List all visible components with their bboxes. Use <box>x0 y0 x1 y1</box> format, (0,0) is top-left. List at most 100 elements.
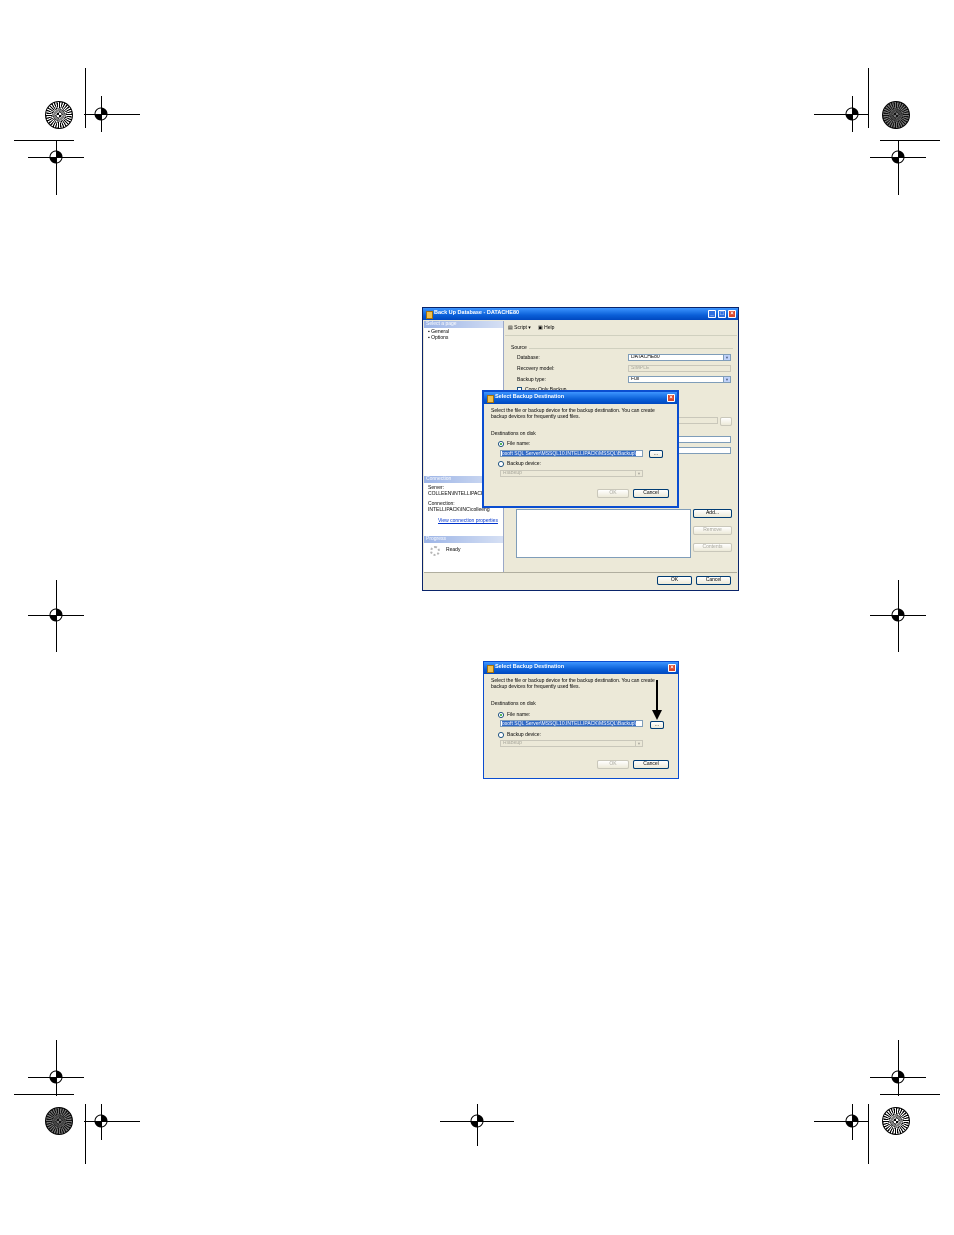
dialog-ok-button[interactable]: OK <box>597 760 629 769</box>
dialog-description: Select the file or backup device for the… <box>491 678 655 690</box>
file-name-radio[interactable] <box>498 441 504 447</box>
page-label: Options <box>431 335 449 341</box>
registration-star-icon <box>882 1107 910 1135</box>
dialog-title: Select Backup Destination <box>495 394 565 400</box>
crosshair-icon <box>890 1069 906 1085</box>
destinations-label: Destinations on disk <box>491 701 536 707</box>
recovery-model-value: SIMPLE <box>631 365 650 371</box>
file-name-input[interactable]: osoft SQL Server\MSSQL10.INTELLIPACK\MSS… <box>500 450 643 457</box>
destination-list[interactable] <box>516 509 691 558</box>
dialog-icon <box>487 665 494 673</box>
backup-device-radio[interactable] <box>498 732 504 738</box>
dialog-cancel-button[interactable]: Cancel <box>633 760 669 769</box>
dialog-title: Select Backup Destination <box>495 664 565 670</box>
dialog-icon <box>487 395 494 403</box>
recovery-model-field: SIMPLE <box>628 365 731 372</box>
crosshair-icon <box>844 106 860 122</box>
backup-component-field <box>678 417 718 424</box>
backup-type-label: Backup type: <box>517 377 546 383</box>
backup-device-select[interactable]: RiaBkup ▼ <box>500 470 643 477</box>
dialog-cancel-button[interactable]: Cancel <box>633 489 669 498</box>
crop-line <box>14 1094 74 1095</box>
progress-spinner-icon <box>430 546 440 556</box>
dialog-title-bar: Select Backup Destination × <box>484 392 677 404</box>
backup-device-select[interactable]: RiaBkup ▼ <box>500 740 643 747</box>
file-name-label: File name: <box>507 712 531 718</box>
script-button[interactable]: ▤ Script ▾ <box>508 325 531 331</box>
backup-description-field[interactable] <box>678 447 731 454</box>
source-group-line <box>529 348 733 349</box>
database-select[interactable]: DATACHE80 ▼ <box>628 354 731 361</box>
contents-button[interactable]: Contents <box>693 543 732 552</box>
crop-line <box>85 1104 86 1164</box>
progress-status: Ready <box>446 547 461 553</box>
chevron-down-icon[interactable]: ▼ <box>635 741 642 746</box>
page-item-options[interactable]: ▪ Options <box>428 335 448 341</box>
registration-star-icon <box>882 101 910 129</box>
file-name-label: File name: <box>507 441 531 447</box>
backup-name-field[interactable] <box>678 436 731 443</box>
callout-arrow-icon <box>652 680 662 720</box>
crosshair-icon <box>48 149 64 165</box>
window-title: Back Up Database - DATACHE80 <box>434 310 520 316</box>
crosshair-icon <box>469 1113 485 1129</box>
source-label: Source <box>511 345 527 351</box>
file-name-value: osoft SQL Server\MSSQL10.INTELLIPACK\MSS… <box>502 451 636 457</box>
minimize-button[interactable]: _ <box>708 310 716 318</box>
backup-device-value: RiaBkup <box>503 470 522 476</box>
backup-type-select[interactable]: Full ▼ <box>628 376 731 383</box>
crosshair-icon <box>844 1113 860 1129</box>
dialog-description: Select the file or backup device for the… <box>491 408 655 420</box>
file-name-radio[interactable] <box>498 712 504 718</box>
title-bar: Back Up Database - DATACHE80 _ □ × <box>423 308 738 320</box>
file-name-value: osoft SQL Server\MSSQL10.INTELLIPACK\MSS… <box>502 721 636 727</box>
chevron-down-icon[interactable]: ▼ <box>635 471 642 476</box>
crop-line <box>14 140 74 141</box>
progress-header: Progress <box>424 536 503 543</box>
registration-star-icon <box>45 1107 73 1135</box>
crosshair-icon <box>93 1113 109 1129</box>
backup-type-value: Full <box>631 376 640 382</box>
chevron-down-icon[interactable]: ▼ <box>723 355 730 360</box>
crop-line <box>85 68 86 128</box>
help-label: Help <box>544 325 555 331</box>
crosshair-icon <box>48 1069 64 1085</box>
backup-device-label: Backup device: <box>507 732 541 738</box>
backup-device-value: RiaBkup <box>503 740 522 746</box>
dialog-title-bar: Select Backup Destination × <box>484 662 678 674</box>
file-name-input[interactable]: osoft SQL Server\MSSQL10.INTELLIPACK\MSS… <box>500 720 643 727</box>
connection-value: INTELLIPACK\INC\colleeng <box>428 507 490 513</box>
ok-button[interactable]: OK <box>657 576 692 585</box>
registration-star-icon <box>45 101 73 129</box>
browse-component-button[interactable] <box>720 417 732 426</box>
cancel-button[interactable]: Cancel <box>696 576 731 585</box>
help-button[interactable]: ▣ Help <box>538 325 554 331</box>
add-button[interactable]: Add... <box>693 509 732 518</box>
crop-line <box>880 1094 940 1095</box>
view-connection-link[interactable]: View connection properties <box>438 518 498 524</box>
maximize-button[interactable]: □ <box>718 310 726 318</box>
database-label: Database: <box>517 355 540 361</box>
crop-line <box>868 68 869 128</box>
footer-divider <box>424 572 737 573</box>
browse-button[interactable]: ... <box>649 450 663 458</box>
script-label: Script <box>514 325 527 331</box>
remove-button[interactable]: Remove <box>693 526 732 535</box>
dialog-ok-button[interactable]: OK <box>597 489 629 498</box>
browse-button[interactable]: ... <box>650 721 664 729</box>
database-icon <box>426 311 433 319</box>
toolbar-divider <box>505 335 737 336</box>
server-value: COLLEEN\INTELLIPACK <box>428 491 485 497</box>
dialog-close-button[interactable]: × <box>668 664 676 672</box>
destinations-label: Destinations on disk <box>491 431 536 437</box>
crop-line <box>898 1040 899 1096</box>
close-button[interactable]: × <box>728 310 736 318</box>
backup-device-radio[interactable] <box>498 461 504 467</box>
crop-line <box>868 1104 869 1164</box>
crop-line <box>880 140 940 141</box>
recovery-model-label: Recovery model: <box>517 366 555 372</box>
dialog-close-button[interactable]: × <box>667 394 675 402</box>
crosshair-icon <box>890 149 906 165</box>
chevron-down-icon[interactable]: ▼ <box>723 377 730 382</box>
crosshair-icon <box>48 607 64 623</box>
